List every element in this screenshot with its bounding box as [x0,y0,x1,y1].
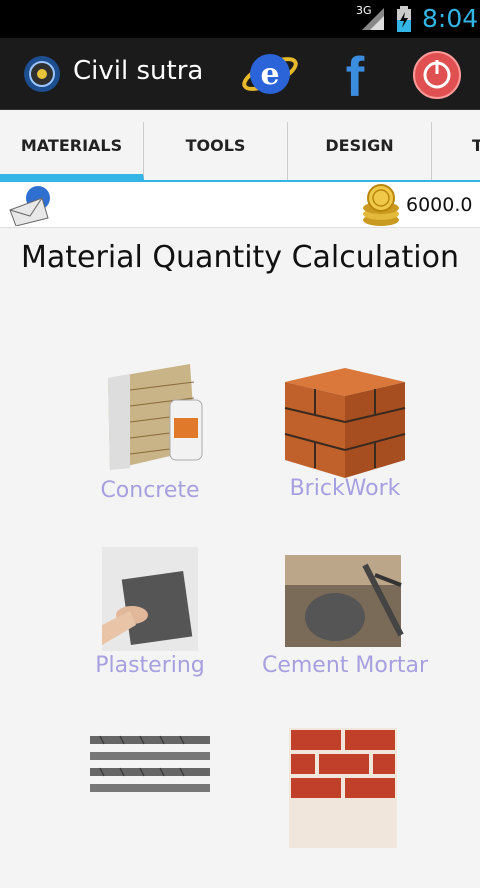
brick-cube-icon [284,368,406,478]
coins-value: 6000.0 [406,194,473,216]
plastering-trowel-icon [102,547,198,651]
page-title: Material Quantity Calculation [21,240,459,275]
concrete-tile[interactable]: Concrete [60,360,240,520]
steel-rebar-icon [90,735,210,792]
plastering-label: Plastering [95,653,205,678]
brick-wall-icon [289,728,397,848]
app-logo-icon[interactable] [22,54,62,94]
brickwork-label: BrickWork [289,476,401,501]
battery-icon [397,6,411,32]
tab-bar: MATERIALS TOOLS DESIGN T [0,110,480,182]
power-icon[interactable] [412,50,462,100]
concrete-wall-icon [108,364,203,470]
svg-text:e: e [260,57,279,92]
coins-icon [363,184,399,226]
svg-text:f: f [346,46,365,102]
cement-mortar-label: Cement Mortar [261,653,429,678]
brickwork-tile[interactable]: BrickWork [255,360,435,520]
clock: 8:04 [422,4,479,33]
status-bar: 3G 8:04 [0,0,480,38]
tab-materials[interactable]: MATERIALS [0,122,144,180]
signal-icon [362,8,384,30]
plastering-tile[interactable]: Plastering [60,545,240,705]
app-title: Civil sutra [73,56,204,86]
tab-tools[interactable]: TOOLS [144,122,288,180]
tab-design[interactable]: DESIGN [288,122,432,180]
cement-pour-icon [285,555,404,647]
internet-explorer-icon[interactable]: e [240,46,300,102]
cement-mortar-tile[interactable]: Cement Mortar [255,545,435,705]
tab-next[interactable]: T [432,122,480,180]
toolbar-row: 6000.0 [0,182,480,228]
steel-tile[interactable] [60,728,240,888]
action-bar: Civil sutra e f [0,38,480,110]
brick-wall-tile[interactable] [255,728,435,888]
facebook-icon[interactable]: f [330,46,380,102]
mail-icon[interactable] [8,184,54,226]
concrete-label: Concrete [100,478,200,503]
